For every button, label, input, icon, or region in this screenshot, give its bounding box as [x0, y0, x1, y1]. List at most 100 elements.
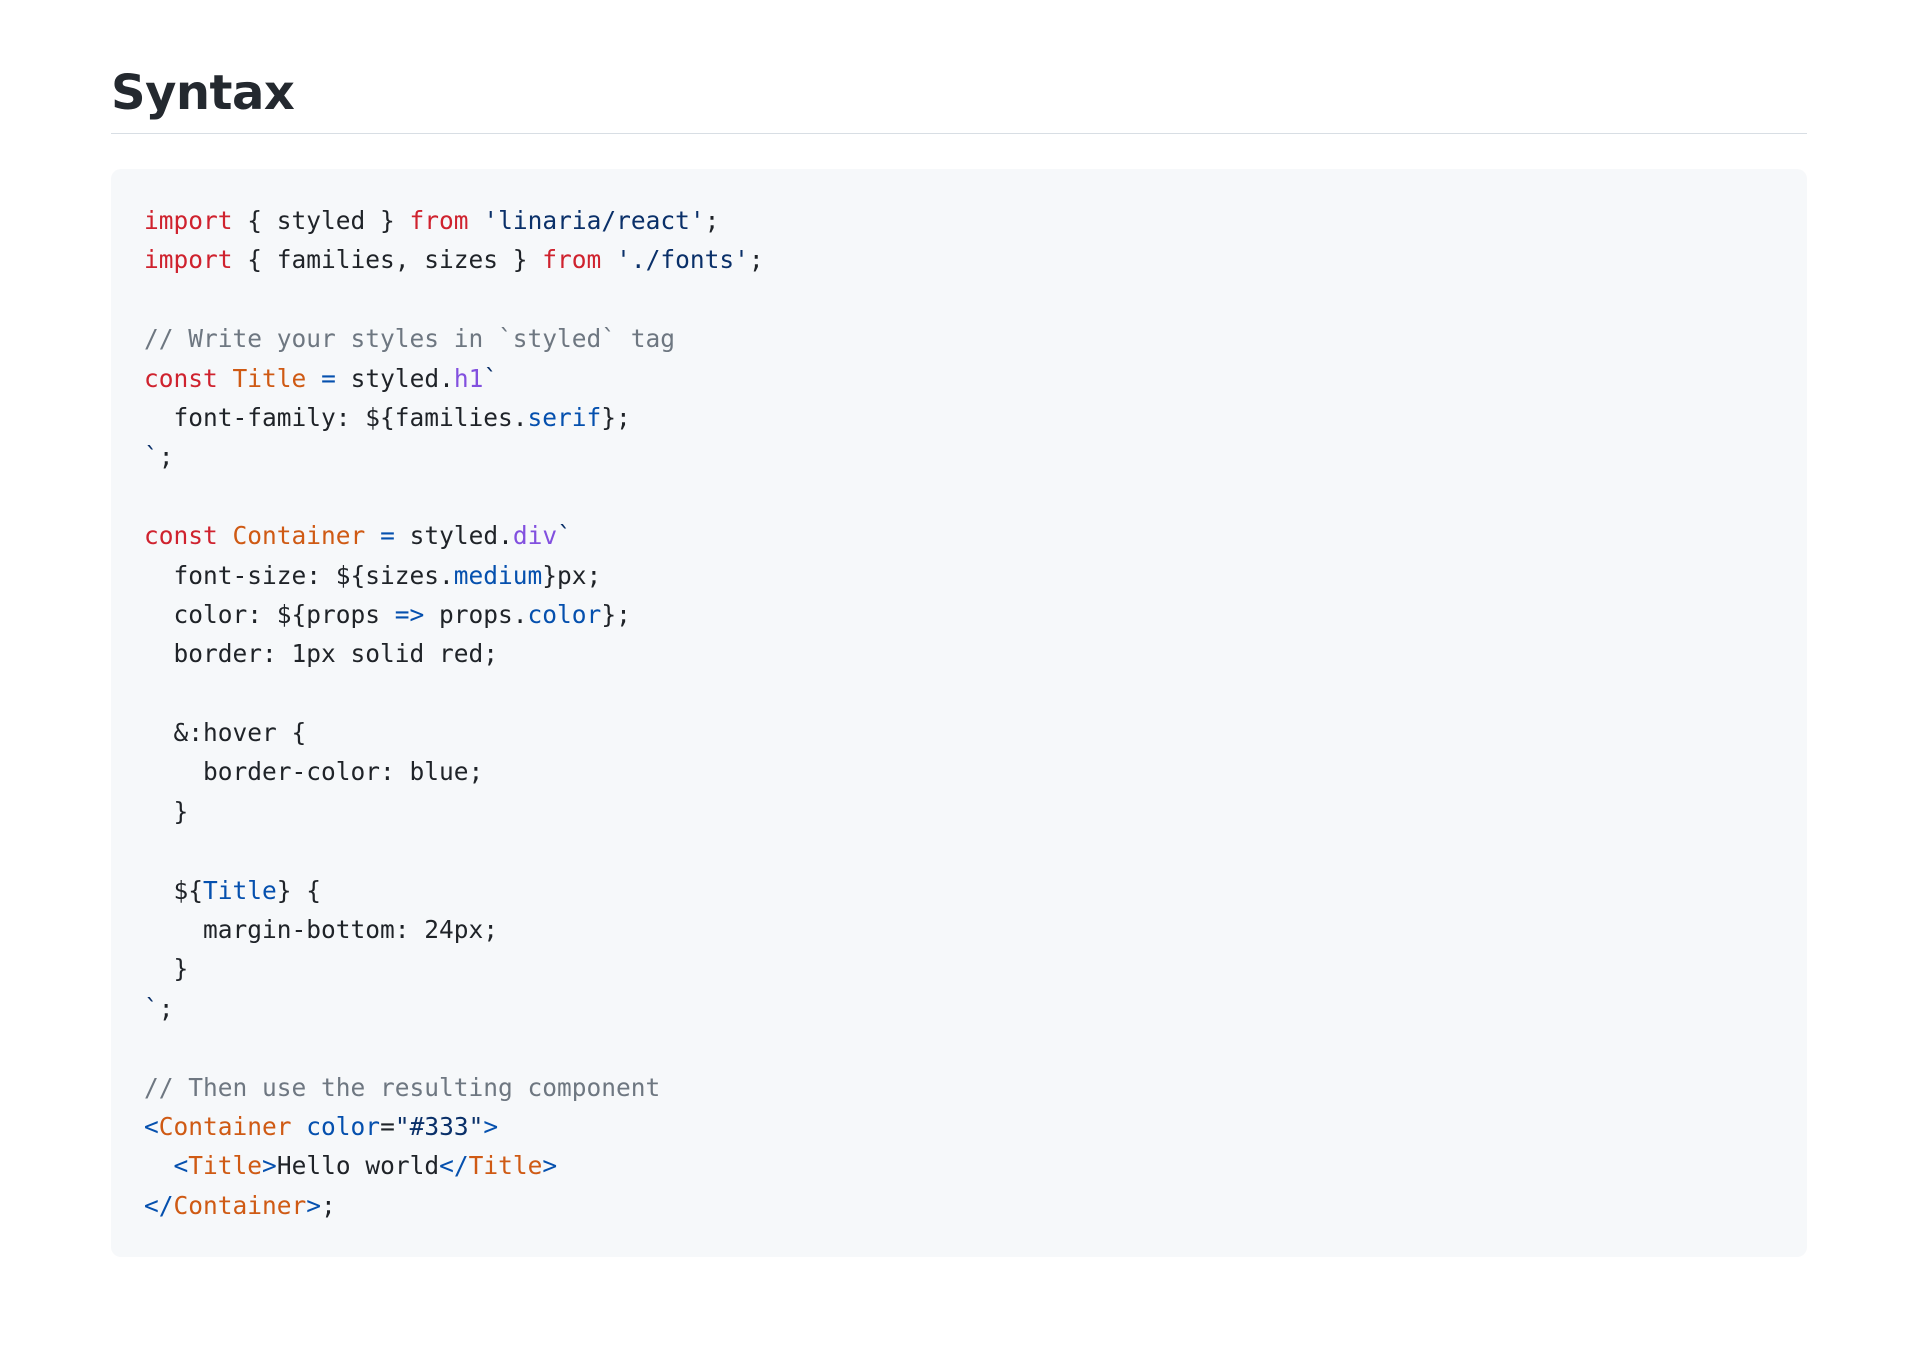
string-token: "#333"	[394, 1111, 484, 1141]
code-lines: import { styled } from 'linaria/react'; i…	[144, 201, 764, 1225]
member-token: color	[527, 599, 602, 629]
string-token: 'linaria/react'	[483, 206, 705, 235]
page: Syntax import { styled } from 'linaria/r…	[0, 0, 1912, 1353]
keyword-token: const	[144, 521, 218, 551]
tag-token: <	[173, 1151, 189, 1181]
keyword-token: from	[409, 206, 469, 235]
code-block[interactable]: import { styled } from 'linaria/react'; i…	[111, 169, 1807, 1257]
plain-token: border-color: blue;	[144, 757, 484, 787]
plain-token: border: 1px solid red;	[144, 639, 499, 669]
tag-token: >	[542, 1151, 558, 1181]
code-line: ${Title} {	[144, 871, 764, 910]
plain-token: font-family: ${families.	[144, 402, 528, 432]
keyword-token: from	[542, 245, 602, 275]
plain-token: &:hover {	[144, 718, 307, 748]
code-line: &:hover {	[144, 713, 764, 752]
plain-token: };	[601, 402, 631, 432]
code-line: <Container color="#333">	[144, 1107, 764, 1146]
plain-token: }	[144, 796, 189, 826]
string-token: './fonts'	[616, 245, 749, 275]
code-line: color: ${props => props.color};	[144, 595, 764, 634]
code-line: </Container>;	[144, 1186, 764, 1225]
string-token: `	[557, 521, 572, 551]
tag-token: color	[306, 1111, 381, 1141]
string-token: `	[144, 993, 159, 1023]
plain-token: };	[601, 599, 631, 629]
code-content[interactable]: import { styled } from 'linaria/react'; i…	[144, 201, 764, 1225]
plain-token: }px;	[542, 560, 602, 590]
plain-token: ;	[158, 993, 174, 1023]
plain-token: { families, sizes }	[232, 245, 543, 275]
code-line: import { families, sizes } from './fonts…	[144, 240, 764, 279]
code-line: }	[144, 949, 764, 988]
operator-token: =	[380, 521, 395, 551]
code-line: border-color: blue;	[144, 752, 764, 791]
plain-token: =	[380, 1111, 395, 1141]
class-name-token: Title	[232, 363, 307, 393]
plain-token: props.	[424, 599, 528, 629]
plain-token: ;	[704, 206, 720, 235]
class-name-token: Container	[173, 1190, 307, 1220]
plain-token: styled.	[335, 363, 454, 393]
code-line: font-size: ${sizes.medium}px;	[144, 556, 764, 595]
string-token: `	[483, 363, 499, 393]
member-token: serif	[527, 402, 602, 432]
code-line: const Title = styled.h1`	[144, 359, 764, 398]
plain-token: ;	[321, 1190, 336, 1220]
plain-token: font-size: ${sizes.	[144, 560, 454, 590]
code-line: const Container = styled.div`	[144, 516, 764, 555]
keyword-token: import	[144, 206, 233, 235]
plain-token: }	[144, 954, 189, 984]
plain-token: ${	[144, 875, 204, 905]
plain-token: margin-bottom: 24px;	[144, 915, 499, 945]
tag-token: >	[483, 1111, 499, 1141]
keyword-token: import	[144, 245, 233, 275]
code-line: margin-bottom: 24px;	[144, 910, 764, 949]
class-name-token: Title	[468, 1151, 543, 1181]
member-token: medium	[453, 560, 543, 590]
operator-token: =	[321, 363, 336, 393]
code-line: font-family: ${families.serif};	[144, 398, 764, 437]
class-name-token: Container	[232, 521, 366, 551]
property-token: div	[512, 521, 558, 551]
code-line: `;	[144, 989, 764, 1028]
code-line: // Write your styles in `styled` tag	[144, 319, 764, 358]
code-line: border: 1px solid red;	[144, 634, 764, 673]
comment-token: // Write your styles in `styled` tag	[144, 324, 676, 354]
code-line: }	[144, 792, 764, 831]
tag-token: >	[306, 1190, 322, 1220]
keyword-token: const	[144, 363, 218, 393]
class-name-token: Title	[188, 1151, 263, 1181]
plain-token: { styled }	[232, 206, 410, 235]
comment-token: // Then use the resulting component	[144, 1072, 661, 1102]
code-line: // Then use the resulting component	[144, 1068, 764, 1107]
tag-token: >	[262, 1151, 277, 1181]
heading-divider	[111, 133, 1807, 134]
property-token: h1	[453, 363, 484, 393]
code-line: `;	[144, 437, 764, 476]
tag-token: </	[439, 1151, 469, 1181]
plain-token: ;	[158, 442, 174, 472]
operator-token: =>	[394, 599, 425, 629]
string-token: `	[144, 442, 159, 472]
plain-token: styled.	[394, 521, 513, 551]
tag-token: <	[144, 1111, 159, 1141]
code-line: <Title>Hello world</Title>	[144, 1146, 764, 1185]
plain-token: color: ${props	[144, 599, 395, 629]
plain-token: ;	[748, 245, 764, 275]
code-line: import { styled } from 'linaria/react';	[144, 201, 764, 240]
class-name-token: Container	[158, 1111, 292, 1141]
